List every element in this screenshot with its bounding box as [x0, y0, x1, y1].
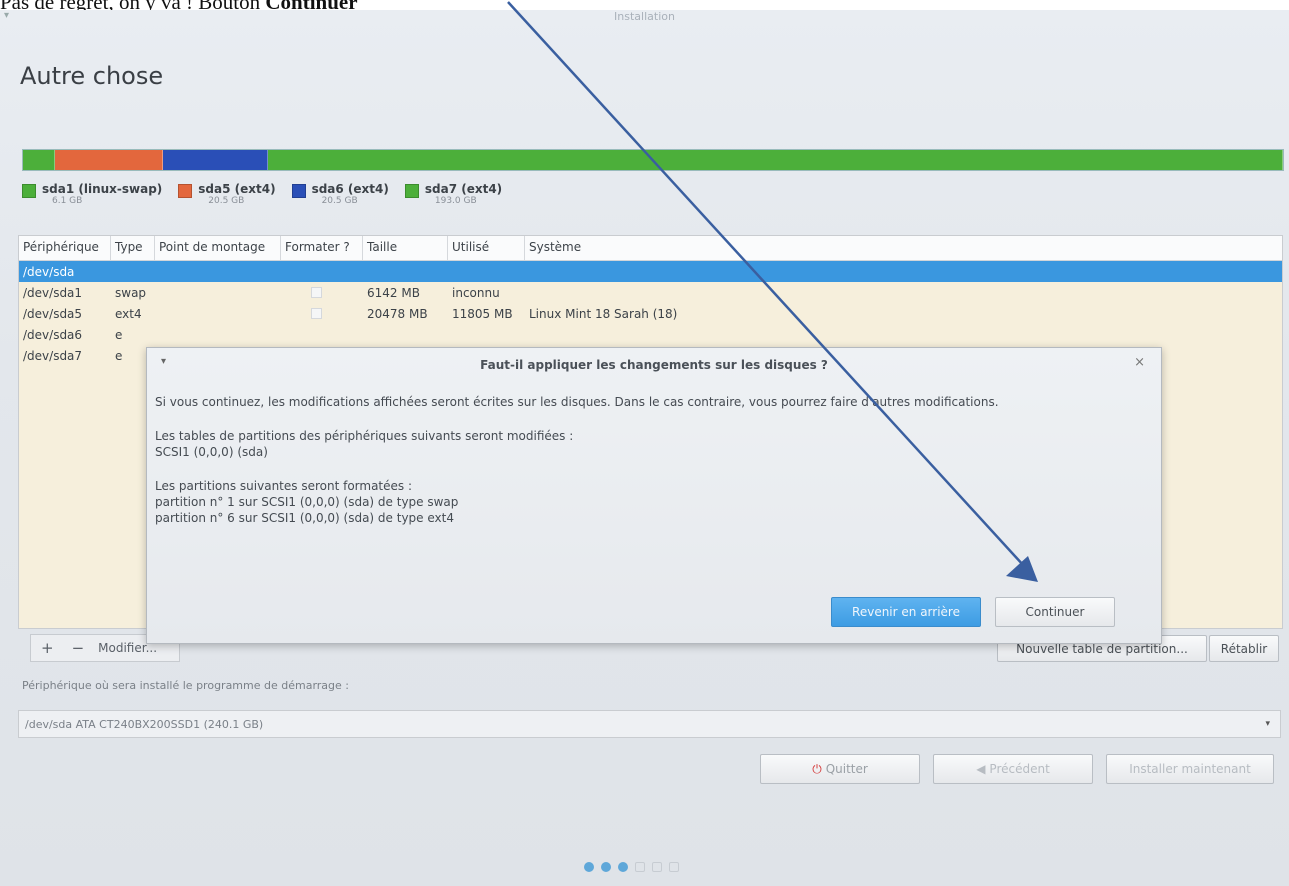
annotation-arrow — [507, 1, 1038, 582]
arrow-shaft — [507, 1, 1025, 567]
arrow-head-icon — [1006, 556, 1038, 582]
